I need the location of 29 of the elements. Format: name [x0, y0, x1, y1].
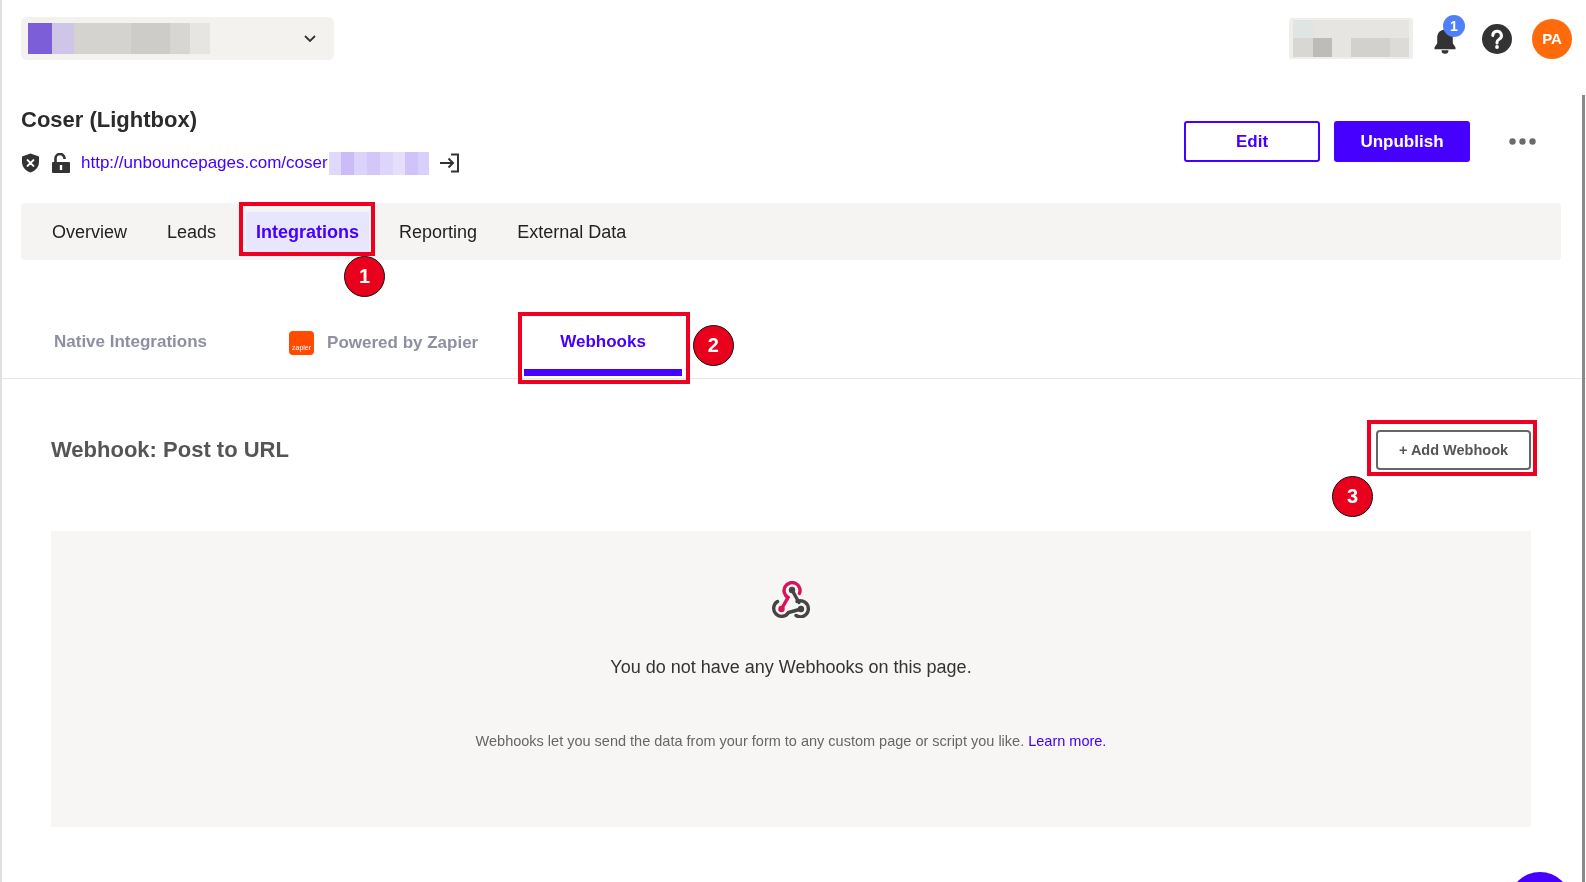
learn-more-link[interactable]: Learn more. — [1028, 733, 1107, 749]
tab[interactable]: External Data — [507, 212, 637, 253]
arrow-into-bracket-icon[interactable] — [438, 153, 460, 173]
tab[interactable]: Leads — [157, 212, 227, 253]
scrollbar-thumb[interactable] — [1582, 95, 1585, 882]
webhook-icon — [770, 581, 812, 618]
workspace-switcher[interactable] — [21, 17, 334, 60]
page-title: Coser (Lightbox) — [21, 106, 197, 134]
more-options-icon[interactable] — [1509, 138, 1536, 145]
notification-count: 1 — [1443, 14, 1465, 37]
secondary-button[interactable]: Edit — [1184, 121, 1320, 162]
empty-state-description: Webhooks let you send the data from your form to any custom page or script you like. Learn more. — [475, 732, 1107, 751]
tab[interactable]: Integrations — [246, 212, 370, 253]
tab[interactable]: Webhooks — [524, 317, 682, 376]
primary-button[interactable]: Unpublish — [1334, 121, 1470, 162]
callout-number: 2 — [692, 325, 734, 366]
tab[interactable]: Reporting — [389, 212, 488, 253]
add-webhook-button[interactable]: + Add Webhook — [1376, 430, 1531, 470]
floating-button[interactable] — [1517, 872, 1563, 882]
callout-number: 3 — [1332, 476, 1373, 517]
help-icon[interactable] — [1482, 23, 1512, 54]
shield-x-icon — [21, 153, 40, 173]
tab[interactable]: Overview — [42, 212, 137, 253]
unlocked-padlock-icon — [52, 153, 70, 173]
page-url-link[interactable]: http://unbouncepages.com/coser — [81, 153, 328, 173]
empty-state-message: You do not have any Webhooks on this page. — [610, 656, 972, 679]
callout-number: 1 — [344, 256, 386, 297]
chevron-down-icon — [304, 35, 316, 42]
section-title: Webhook: Post to URL — [51, 437, 289, 463]
